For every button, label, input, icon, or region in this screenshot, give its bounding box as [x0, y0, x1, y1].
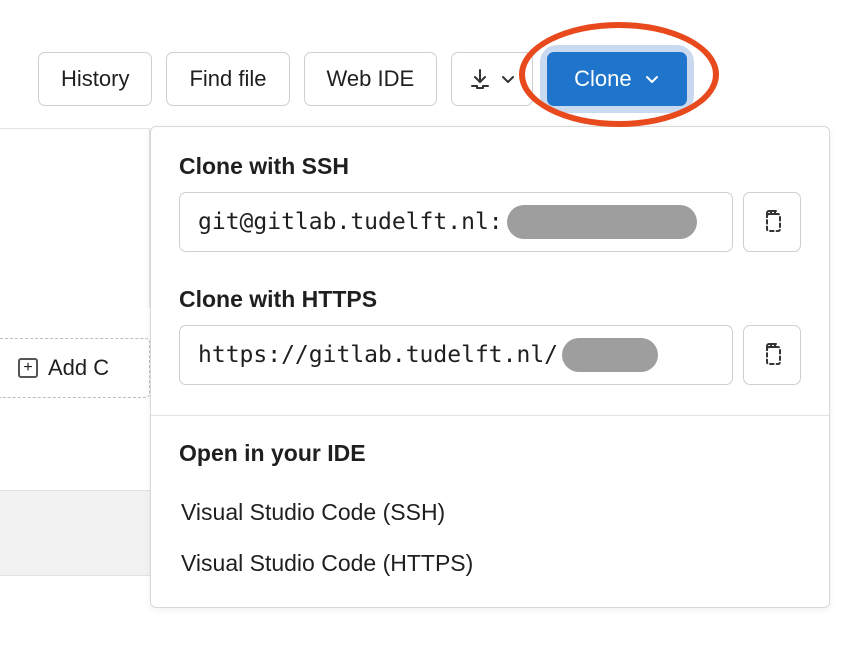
- add-label: Add C: [48, 355, 109, 381]
- redacted-segment: [507, 205, 697, 239]
- redacted-segment: [562, 338, 658, 372]
- clone-button-highlight: Clone: [547, 52, 686, 106]
- clipboard-icon: [760, 341, 784, 369]
- ide-item-vscode-https[interactable]: Visual Studio Code (HTTPS): [179, 538, 801, 589]
- download-icon: [468, 67, 492, 91]
- history-label: History: [61, 66, 129, 92]
- find-file-label: Find file: [189, 66, 266, 92]
- plus-icon: +: [18, 358, 38, 378]
- repo-toolbar: History Find file Web IDE Clone: [0, 0, 850, 106]
- https-url-input[interactable]: https://gitlab.tudelft.nl/: [179, 325, 733, 385]
- history-button[interactable]: History: [38, 52, 152, 106]
- ssh-url-text: git@gitlab.tudelft.nl:: [198, 209, 503, 235]
- chevron-down-icon: [500, 71, 516, 87]
- clone-button[interactable]: Clone: [547, 52, 686, 106]
- copy-ssh-button[interactable]: [743, 192, 801, 252]
- clone-https-label: Clone with HTTPS: [179, 286, 801, 313]
- clone-ssh-label: Clone with SSH: [179, 153, 801, 180]
- find-file-button[interactable]: Find file: [166, 52, 289, 106]
- chevron-down-icon: [644, 71, 660, 87]
- clipboard-icon: [760, 208, 784, 236]
- download-button[interactable]: [451, 52, 533, 106]
- web-ide-label: Web IDE: [327, 66, 415, 92]
- clone-dropdown: Clone with SSH git@gitlab.tudelft.nl: Cl…: [150, 126, 830, 608]
- clone-label: Clone: [574, 66, 631, 92]
- ide-item-vscode-ssh[interactable]: Visual Studio Code (SSH): [179, 487, 801, 538]
- add-changelog-placeholder[interactable]: + Add C: [0, 338, 150, 398]
- web-ide-button[interactable]: Web IDE: [304, 52, 438, 106]
- copy-https-button[interactable]: [743, 325, 801, 385]
- ssh-url-input[interactable]: git@gitlab.tudelft.nl:: [179, 192, 733, 252]
- https-url-text: https://gitlab.tudelft.nl/: [198, 342, 558, 368]
- open-in-ide-title: Open in your IDE: [179, 440, 801, 467]
